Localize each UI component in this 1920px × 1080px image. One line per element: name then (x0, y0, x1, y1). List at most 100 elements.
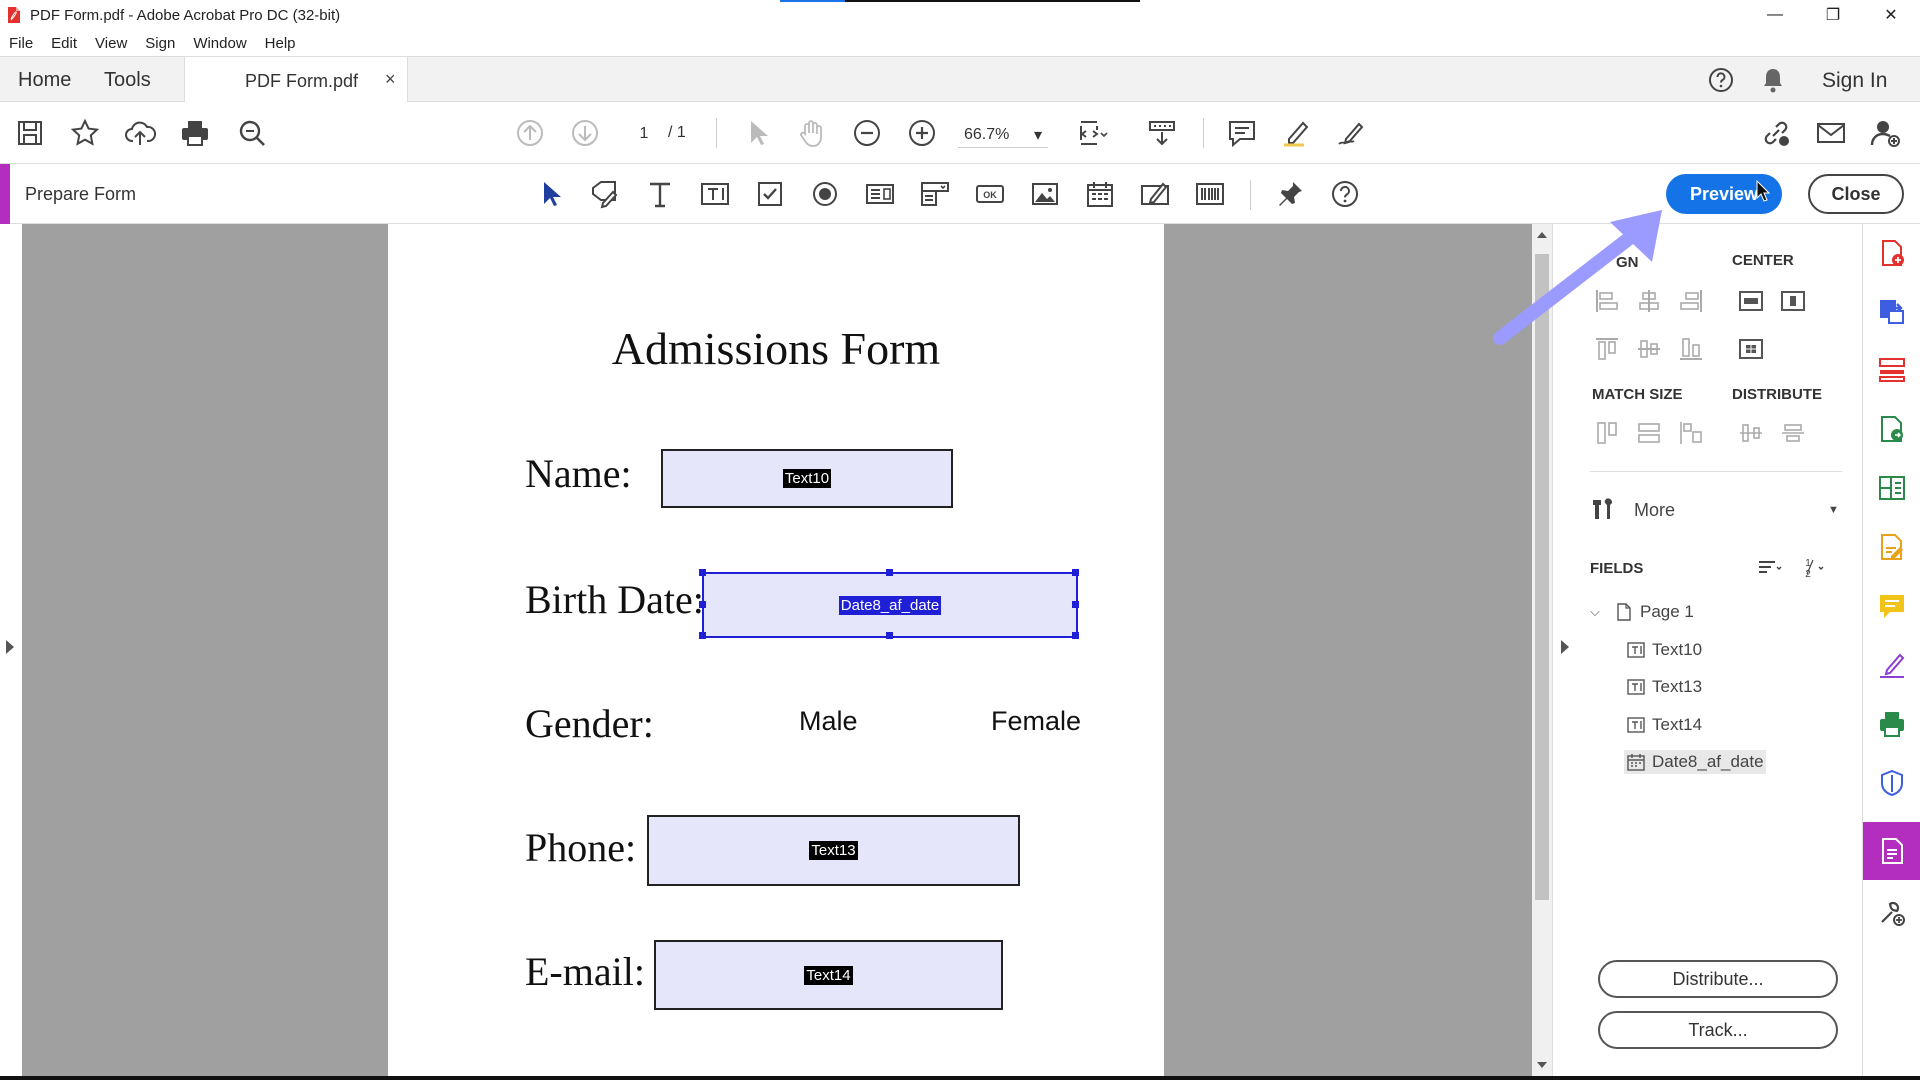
scroll-mode-icon[interactable] (1146, 117, 1178, 149)
match-height-icon[interactable] (1636, 420, 1662, 446)
scroll-down-icon[interactable] (1537, 1062, 1547, 1068)
scan-ocr-icon[interactable] (1877, 414, 1907, 444)
menu-window[interactable]: Window (193, 35, 246, 52)
tab-home[interactable]: Home (18, 69, 71, 92)
fill-sign-icon[interactable] (1336, 117, 1368, 149)
upload-cloud-icon[interactable] (124, 117, 157, 149)
share-link-icon[interactable] (1760, 117, 1792, 149)
field-birth-date[interactable]: Date8_af_date (699, 569, 1079, 639)
prepare-form-icon[interactable] (1877, 836, 1907, 866)
edit-fields-icon[interactable] (589, 178, 621, 210)
document-tab-close-icon[interactable]: × (385, 69, 396, 90)
text-field-icon[interactable] (699, 178, 731, 210)
resize-handle[interactable] (1072, 632, 1079, 639)
field-email[interactable]: Text14 (654, 940, 1003, 1010)
list-box-tool-icon[interactable] (864, 178, 896, 210)
organize-pages-icon[interactable] (1877, 355, 1907, 385)
print-icon[interactable] (179, 117, 211, 149)
center-both-icon[interactable] (1738, 336, 1764, 362)
center-horizontally-icon[interactable] (1738, 288, 1764, 314)
radio-button-tool-icon[interactable] (809, 178, 841, 210)
select-arrow-icon[interactable] (741, 117, 773, 149)
resize-handle[interactable] (699, 632, 706, 639)
add-user-icon[interactable] (1870, 117, 1902, 149)
align-right-icon[interactable] (1678, 288, 1704, 314)
distribute-button[interactable]: Distribute... (1598, 960, 1838, 998)
sign-in-link[interactable]: Sign In (1822, 69, 1887, 93)
fill-and-sign-icon[interactable] (1877, 650, 1907, 680)
date-field-icon[interactable] (1084, 178, 1116, 210)
menu-file[interactable]: File (9, 35, 33, 52)
signature-field-icon[interactable] (1139, 178, 1171, 210)
save-icon[interactable] (14, 117, 46, 149)
resize-handle[interactable] (699, 569, 706, 576)
close-form-button[interactable]: Close (1808, 174, 1904, 214)
highlight-pen-icon[interactable] (1281, 117, 1313, 149)
gender-option-male[interactable]: Male (799, 706, 858, 737)
text-tool-icon[interactable] (644, 178, 676, 210)
tree-collapse-chevron-icon[interactable]: ⌵ (1590, 604, 1600, 620)
resize-handle[interactable] (886, 632, 893, 639)
tree-field-date8-af-date[interactable]: Date8_af_date (1624, 750, 1766, 774)
menu-edit[interactable]: Edit (51, 35, 77, 52)
resize-handle[interactable] (1072, 569, 1079, 576)
checkbox-tool-icon[interactable] (754, 178, 786, 210)
pin-icon[interactable] (1274, 178, 1306, 210)
print-production-icon[interactable] (1877, 709, 1907, 739)
menu-view[interactable]: View (95, 35, 127, 52)
comment-tool-icon[interactable] (1877, 591, 1907, 621)
help-icon[interactable] (1707, 66, 1735, 94)
distribute-horizontally-icon[interactable] (1738, 420, 1764, 446)
scrollbar-thumb[interactable] (1535, 254, 1549, 900)
window-close-button[interactable]: ✕ (1862, 0, 1920, 30)
comment-icon[interactable] (1226, 117, 1258, 149)
field-name[interactable]: Text10 (661, 449, 953, 508)
align-bottom-icon[interactable] (1678, 336, 1704, 362)
page-number-input[interactable] (624, 120, 664, 148)
zoom-out-icon[interactable] (851, 117, 883, 149)
gender-option-female[interactable]: Female (991, 706, 1081, 737)
resize-handle[interactable] (699, 601, 706, 608)
edit-pdf-icon[interactable] (1877, 473, 1907, 503)
tab-document[interactable]: PDF Form.pdf × (184, 57, 408, 103)
menu-help[interactable]: Help (265, 35, 296, 52)
page-fit-icon[interactable] (1076, 117, 1108, 149)
sort-fields-icon[interactable] (1756, 554, 1782, 580)
more-chevron-down-icon[interactable]: ▼ (1828, 504, 1839, 516)
minimize-button[interactable]: — (1746, 0, 1804, 30)
protect-shield-icon[interactable] (1877, 768, 1907, 798)
image-tool-icon[interactable] (1029, 178, 1061, 210)
next-page-icon[interactable] (569, 117, 601, 149)
tab-tools[interactable]: Tools (104, 69, 151, 92)
export-pdf-icon[interactable] (1877, 296, 1907, 326)
tree-page-1[interactable]: Page 1 (1614, 602, 1694, 622)
vertical-scrollbar[interactable] (1532, 224, 1552, 1076)
hand-tool-icon[interactable] (796, 117, 828, 149)
tree-field-text10[interactable]: Text10 (1626, 640, 1702, 660)
bookmark-star-icon[interactable] (69, 117, 101, 149)
zoom-level-dropdown[interactable]: 66.7% ▾ (958, 122, 1048, 148)
menu-sign[interactable]: Sign (145, 35, 175, 52)
find-zoom-icon[interactable] (236, 117, 268, 149)
help-circle-icon[interactable] (1329, 178, 1361, 210)
dropdown-tool-icon[interactable] (919, 178, 951, 210)
collapse-right-panel-icon[interactable] (1561, 640, 1569, 654)
select-object-icon[interactable] (534, 178, 566, 210)
center-vertically-icon[interactable] (1780, 288, 1806, 314)
tree-field-text14[interactable]: Text14 (1626, 715, 1702, 735)
restore-button[interactable]: ❐ (1804, 0, 1862, 30)
tree-field-text13[interactable]: Text13 (1626, 677, 1702, 697)
notification-bell-icon[interactable] (1760, 66, 1786, 94)
field-phone[interactable]: Text13 (647, 815, 1020, 886)
tab-order-icon[interactable]: 12 (1800, 554, 1826, 580)
expand-left-panel-icon[interactable] (6, 640, 14, 654)
match-both-icon[interactable] (1678, 420, 1704, 446)
match-width-icon[interactable] (1594, 420, 1620, 446)
distribute-vertically-icon[interactable] (1780, 420, 1806, 446)
resize-handle[interactable] (1072, 601, 1079, 608)
email-envelope-icon[interactable] (1815, 117, 1847, 149)
previous-page-icon[interactable] (514, 117, 546, 149)
more-tools-icon[interactable] (1877, 898, 1907, 928)
barcode-tool-icon[interactable] (1194, 178, 1226, 210)
button-tool-icon[interactable]: OK (974, 178, 1006, 210)
